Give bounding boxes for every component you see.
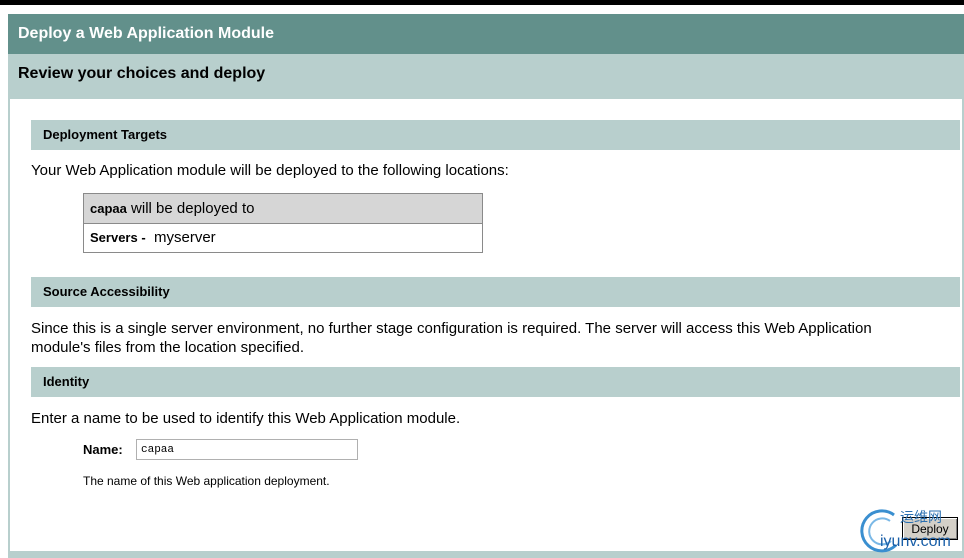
- watermark-text-cn: 运维网: [900, 509, 942, 525]
- section-header-identity: Identity: [31, 367, 960, 397]
- site-watermark: 运维网 iyunv.com: [852, 505, 964, 555]
- name-input[interactable]: [136, 439, 358, 460]
- top-edge: [0, 0, 964, 5]
- section-header-source-accessibility: Source Accessibility: [31, 277, 960, 307]
- module-name: capaa: [90, 201, 127, 216]
- section-header-deployment-targets: Deployment Targets: [31, 120, 960, 150]
- deploy-wizard-frame: Deploy a Web Application Module Review y…: [8, 14, 964, 558]
- servers-label: Servers -: [90, 230, 146, 245]
- page-title: Deploy a Web Application Module: [8, 14, 964, 54]
- servers-value: myserver: [154, 229, 216, 246]
- name-label: Name:: [83, 442, 123, 457]
- watermark-text-url: iyunv.com: [880, 533, 951, 550]
- targets-intro: Your Web Application module will be depl…: [31, 162, 509, 179]
- target-servers-row: Servers - myserver: [84, 224, 482, 252]
- source-text: Since this is a single server environmen…: [31, 320, 872, 356]
- identity-intro: Enter a name to be used to identify this…: [31, 410, 461, 427]
- step-title: Review your choices and deploy: [8, 54, 964, 99]
- deployment-targets-table: capaa will be deployed to Servers - myse…: [83, 193, 483, 253]
- target-module-row: capaa will be deployed to: [84, 194, 482, 224]
- content-panel: Deployment Targets Your Web Application …: [10, 99, 962, 551]
- module-deploy-text: will be deployed to: [126, 200, 255, 217]
- name-hint: The name of this Web application deploym…: [83, 474, 330, 488]
